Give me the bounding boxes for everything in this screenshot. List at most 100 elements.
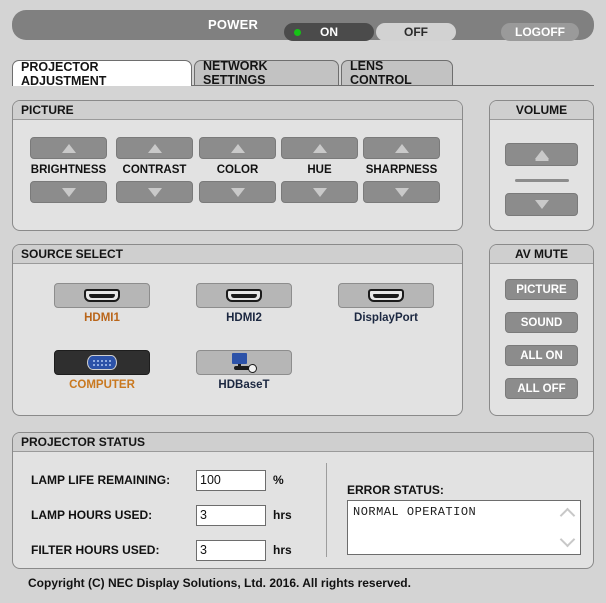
av-mute-picture-label: PICTURE [516,283,567,296]
source-item-hdmi2: HDMI2 [196,283,292,324]
status-divider [326,463,327,557]
projector-status-panel-title: PROJECTOR STATUS [13,433,593,452]
source-label-computer: COMPUTER [69,379,135,391]
logoff-button[interactable]: LOGOFF [501,23,579,41]
brightness-up-button[interactable] [30,137,107,159]
source-button-hdbaset[interactable] [196,350,292,375]
power-bar: POWER ON OFF LOGOFF [12,10,594,41]
source-label-hdmi2: HDMI2 [226,312,262,324]
picture-control-contrast: CONTRAST [116,137,193,203]
power-on-label: ON [320,25,338,39]
hue-up-button[interactable] [281,137,358,159]
lamp-hours-unit: hrs [273,508,292,522]
hdmi-port-icon [84,289,120,302]
contrast-up-button[interactable] [116,137,193,159]
contrast-down-button[interactable] [116,181,193,203]
sharpness-up-button[interactable] [363,137,440,159]
volume-panel: VOLUME [489,100,594,231]
error-status-box[interactable]: NORMAL OPERATION [347,500,581,555]
copyright-text: Copyright (C) NEC Display Solutions, Ltd… [28,576,411,590]
triangle-down-icon [230,187,245,197]
hdbaset-port-icon [227,352,261,373]
filter-hours-label: FILTER HOURS USED: [31,543,160,557]
sharpness-label: SHARPNESS [365,164,438,176]
source-button-hdmi1[interactable] [54,283,150,308]
power-label: POWER [208,17,259,32]
filter-hours-input[interactable] [196,539,266,561]
sharpness-down-button[interactable] [363,181,440,203]
lamp-hours-label: LAMP HOURS USED: [31,508,153,522]
tab-network-settings-label: NETWORK SETTINGS [203,59,268,87]
source-select-panel-title: SOURCE SELECT [13,245,462,264]
status-row-lamp-life: LAMP LIFE REMAINING: % [31,469,284,491]
tab-projector-adjustment[interactable]: PROJECTOR ADJUSTMENT [12,59,192,88]
triangle-up-icon [61,143,76,153]
power-on-button[interactable]: ON [284,23,374,41]
hdbaset-monitor-icon [232,352,247,364]
picture-panel-title: PICTURE [13,101,462,120]
av-mute-all-on-button[interactable]: ALL ON [505,345,578,366]
triangle-up-icon [147,143,162,153]
source-item-hdmi1: HDMI1 [54,283,150,324]
displayport-port-icon [368,289,404,302]
source-label-displayport: DisplayPort [354,312,418,324]
vga-port-icon [87,355,117,370]
color-down-button[interactable] [199,181,276,203]
chevron-down-icon[interactable] [559,531,576,548]
projector-status-panel: PROJECTOR STATUS LAMP LIFE REMAINING: % … [12,432,594,569]
power-off-button[interactable]: OFF [376,23,456,41]
tab-lens-control[interactable]: LENS CONTROL [341,59,453,87]
triangle-down-icon [147,187,162,197]
status-row-lamp-hours: LAMP HOURS USED: hrs [31,504,292,526]
error-status-text: NORMAL OPERATION [353,505,477,519]
chevron-up-icon[interactable] [559,507,576,524]
picture-control-sharpness: SHARPNESS [363,137,440,203]
power-led-icon [294,29,301,36]
source-button-displayport[interactable] [338,283,434,308]
brightness-label: BRIGHTNESS [30,164,107,176]
tab-bar: PROJECTOR ADJUSTMENT NETWORK SETTINGS LE… [12,59,594,88]
volume-up-button[interactable] [505,143,578,166]
triangle-up-icon [312,143,327,153]
error-status-scrollbar[interactable] [559,506,576,551]
triangle-down-icon [394,187,409,197]
brightness-down-button[interactable] [30,181,107,203]
triangle-down-icon [312,187,327,197]
lamp-life-input[interactable] [196,469,266,491]
picture-control-color: COLOR [199,137,276,203]
av-mute-picture-button[interactable]: PICTURE [505,279,578,300]
av-mute-panel-title: AV MUTE [490,245,593,264]
lamp-hours-input[interactable] [196,504,266,526]
hue-label: HUE [307,164,332,176]
picture-control-hue: HUE [281,137,358,203]
picture-control-brightness: BRIGHTNESS [30,137,107,203]
av-mute-all-on-label: ALL ON [520,349,563,362]
lamp-life-unit: % [273,473,284,487]
source-label-hdmi1: HDMI1 [84,312,120,324]
color-label: COLOR [216,164,259,176]
source-label-hdbaset: HDBaseT [218,379,270,391]
volume-down-button[interactable] [505,193,578,216]
tab-network-settings[interactable]: NETWORK SETTINGS [194,59,339,87]
logoff-label: LOGOFF [515,25,565,39]
color-up-button[interactable] [199,137,276,159]
triangle-up-icon [230,143,245,153]
picture-panel: PICTURE BRIGHTNESS CONTRAST COLOR HUE SH… [12,100,463,231]
tab-projector-adjustment-label: PROJECTOR ADJUSTMENT [21,59,107,88]
hdmi-port-icon [226,289,262,302]
error-status-label: ERROR STATUS: [347,483,444,497]
triangle-up-icon [534,150,549,159]
power-off-label: OFF [404,25,428,39]
av-mute-all-off-label: ALL OFF [517,382,566,395]
triangle-up-icon [394,143,409,153]
vga-pins-icon [92,359,112,366]
source-button-computer[interactable] [54,350,150,375]
av-mute-panel: AV MUTE PICTURE SOUND ALL ON ALL OFF [489,244,594,416]
volume-divider [515,179,569,182]
source-select-panel: SOURCE SELECT HDMI1 HDMI2 DisplayPort CO… [12,244,463,416]
av-mute-sound-button[interactable]: SOUND [505,312,578,333]
av-mute-all-off-button[interactable]: ALL OFF [505,378,578,399]
hue-down-button[interactable] [281,181,358,203]
source-button-hdmi2[interactable] [196,283,292,308]
volume-panel-title: VOLUME [490,101,593,120]
